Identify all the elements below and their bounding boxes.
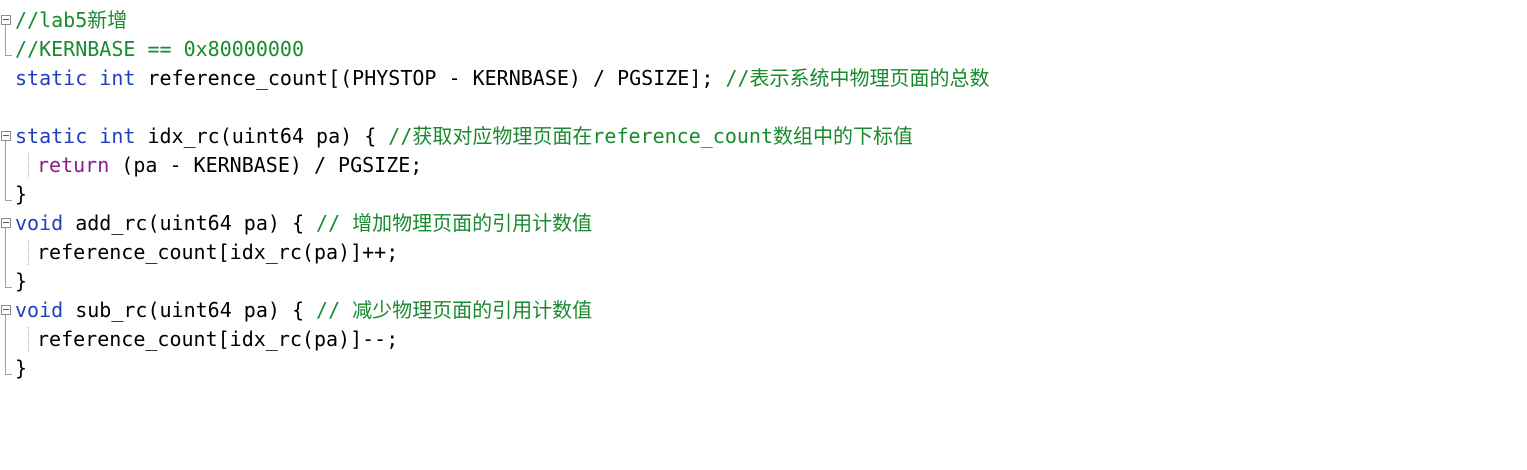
code-token: (pa - KERNBASE) / PGSIZE;: [121, 153, 423, 177]
fold-gutter: [0, 35, 14, 64]
code-line-2[interactable]: //KERNBASE == 0x80000000: [0, 35, 1527, 64]
fold-minus-icon[interactable]: [1, 15, 11, 25]
keyword: int: [99, 124, 136, 148]
code-token: sub_rc(uint64 pa) {: [75, 298, 304, 322]
keyword: void: [15, 298, 64, 322]
code-line-7[interactable]: }: [0, 180, 1527, 209]
fold-guide-end: [5, 374, 12, 375]
fold-gutter: [0, 238, 14, 267]
code-line-12[interactable]: reference_count[idx_rc(pa)]--;: [0, 325, 1527, 354]
comment-text: //lab5新增: [15, 8, 128, 32]
code-token: }: [15, 182, 28, 206]
code-text: //KERNBASE == 0x80000000: [15, 35, 304, 64]
fold-guide-end: [5, 287, 12, 288]
fold-minus-icon[interactable]: [1, 218, 11, 228]
fold-guide: [5, 141, 6, 151]
fold-guide-end: [5, 55, 12, 56]
code-text: static int reference_count[(PHYSTOP - KE…: [15, 64, 990, 93]
code-text: }: [15, 267, 27, 296]
code-line-6[interactable]: return (pa - KERNBASE) / PGSIZE;: [0, 151, 1527, 180]
comment-text: // 增加物理页面的引用计数值: [316, 211, 593, 235]
fold-gutter: [0, 64, 14, 93]
code-line-8[interactable]: void add_rc(uint64 pa) { // 增加物理页面的引用计数值: [0, 209, 1527, 238]
code-editor[interactable]: //lab5新增 //KERNBASE == 0x80000000 static…: [0, 6, 1527, 383]
fold-gutter: [0, 6, 14, 35]
code-line-9[interactable]: reference_count[idx_rc(pa)]++;: [0, 238, 1527, 267]
code-text: }: [15, 354, 27, 383]
code-text: static int idx_rc(uint64 pa) { //获取对应物理页…: [15, 122, 913, 151]
code-line-5[interactable]: static int idx_rc(uint64 pa) { //获取对应物理页…: [0, 122, 1527, 151]
keyword: static: [15, 124, 88, 148]
fold-gutter: [0, 180, 14, 209]
fold-guide: [5, 25, 6, 35]
fold-gutter: [0, 354, 14, 383]
keyword: return: [37, 153, 110, 177]
code-token: idx_rc(uint64 pa) {: [147, 124, 377, 148]
code-text: reference_count[idx_rc(pa)]++;: [37, 238, 398, 267]
fold-guide: [5, 354, 6, 374]
code-text: void sub_rc(uint64 pa) { // 减少物理页面的引用计数值: [15, 296, 592, 325]
fold-guide: [5, 228, 6, 238]
fold-gutter: [0, 325, 14, 354]
code-token: reference_count[(PHYSTOP - KERNBASE) / P…: [147, 66, 714, 90]
fold-guide: [5, 180, 6, 200]
code-text: //lab5新增: [15, 6, 127, 35]
code-token: }: [15, 269, 28, 293]
keyword: void: [15, 211, 64, 235]
code-token: reference_count[idx_rc(pa)]--;: [37, 327, 399, 351]
fold-guide: [5, 238, 6, 267]
fold-guide: [5, 151, 6, 180]
fold-minus-icon[interactable]: [1, 131, 11, 141]
fold-minus-icon[interactable]: [1, 305, 11, 315]
code-token: reference_count[idx_rc(pa)]++;: [37, 240, 399, 264]
fold-gutter: [0, 93, 14, 122]
fold-guide: [5, 315, 6, 325]
code-line-13[interactable]: }: [0, 354, 1527, 383]
code-line-1[interactable]: //lab5新增: [0, 6, 1527, 35]
fold-gutter: [0, 122, 14, 151]
code-line-10[interactable]: }: [0, 267, 1527, 296]
code-token: }: [15, 356, 28, 380]
fold-gutter: [0, 151, 14, 180]
fold-gutter: [0, 209, 14, 238]
comment-text: // 减少物理页面的引用计数值: [316, 298, 593, 322]
fold-guide-end: [5, 200, 12, 201]
fold-gutter: [0, 296, 14, 325]
keyword: int: [99, 66, 136, 90]
code-text: void add_rc(uint64 pa) { // 增加物理页面的引用计数值: [15, 209, 592, 238]
fold-gutter: [0, 267, 14, 296]
indent-guide: [28, 327, 29, 352]
indent-guide: [28, 240, 29, 265]
code-token: add_rc(uint64 pa) {: [75, 211, 304, 235]
code-line-3[interactable]: static int reference_count[(PHYSTOP - KE…: [0, 64, 1527, 93]
code-text: }: [15, 180, 27, 209]
keyword: static: [15, 66, 88, 90]
fold-guide: [5, 325, 6, 354]
code-line-4[interactable]: [0, 93, 1527, 122]
fold-guide: [5, 267, 6, 287]
indent-guide: [28, 153, 29, 178]
code-line-11[interactable]: void sub_rc(uint64 pa) { // 减少物理页面的引用计数值: [0, 296, 1527, 325]
comment-text: //表示系统中物理页面的总数: [725, 66, 990, 90]
code-text: reference_count[idx_rc(pa)]--;: [37, 325, 398, 354]
code-text: return (pa - KERNBASE) / PGSIZE;: [37, 151, 422, 180]
comment-text: //获取对应物理页面在reference_count数组中的下标值: [388, 124, 913, 148]
fold-guide: [5, 35, 6, 55]
comment-text: //KERNBASE == 0x80000000: [15, 37, 304, 61]
